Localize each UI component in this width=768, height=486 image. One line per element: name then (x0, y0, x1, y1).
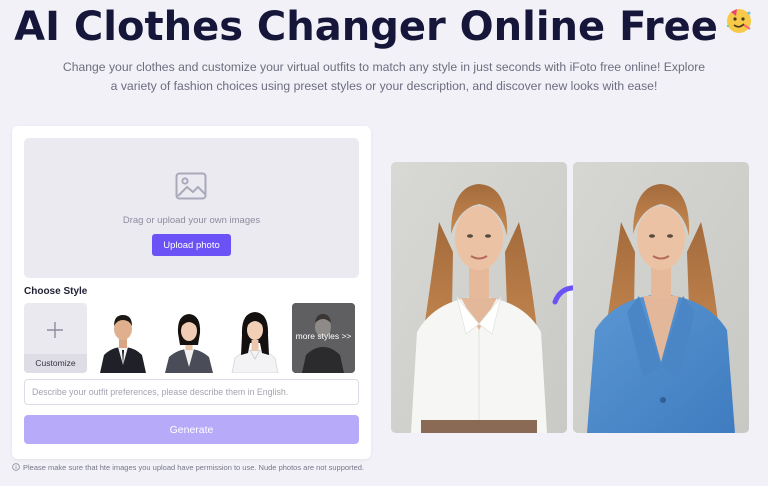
style-preset-blazer[interactable] (158, 303, 221, 373)
woman-in-white-shirt-thumbnail (224, 303, 287, 373)
style-customize-tile[interactable]: Customize (24, 303, 87, 373)
choose-style-heading: Choose Style (24, 286, 88, 297)
after-photo (573, 162, 749, 433)
plus-icon (47, 322, 63, 338)
editor-card: Drag or upload your own images Upload ph… (12, 126, 371, 459)
page-subtitle: Change your clothes and customize your v… (62, 60, 706, 93)
woman-blue-blazer-photo (573, 162, 749, 433)
image-icon (175, 172, 207, 200)
style-preset-suit[interactable] (92, 303, 155, 373)
page-title-text: AI Clothes Changer Online Free (14, 4, 718, 50)
party-face-icon (726, 9, 751, 33)
upload-hint: Drag or upload your own images (122, 215, 261, 226)
notice-text: Please make sure that hte images you upl… (23, 463, 365, 472)
style-preset-white-shirt[interactable] (224, 303, 287, 373)
style-options: Customize more styles >> (24, 303, 359, 373)
woman-in-blazer-thumbnail (158, 303, 221, 373)
upload-photo-button[interactable]: Upload photo (152, 234, 231, 256)
more-styles-tile[interactable]: more styles >> (292, 303, 355, 373)
generate-button[interactable]: Generate (24, 415, 359, 444)
more-styles-label: more styles >> (295, 331, 352, 341)
customize-label: Customize (24, 354, 87, 373)
upload-notice: Please make sure that hte images you upl… (12, 463, 364, 472)
page-title: AI Clothes Changer Online Free (0, 4, 768, 50)
before-photo (391, 162, 567, 433)
info-icon (12, 463, 20, 471)
upload-dropzone[interactable]: Drag or upload your own images Upload ph… (24, 138, 359, 278)
woman-white-shirt-photo (391, 162, 567, 433)
man-in-suit-thumbnail (92, 303, 155, 373)
outfit-description-input[interactable] (24, 379, 359, 405)
